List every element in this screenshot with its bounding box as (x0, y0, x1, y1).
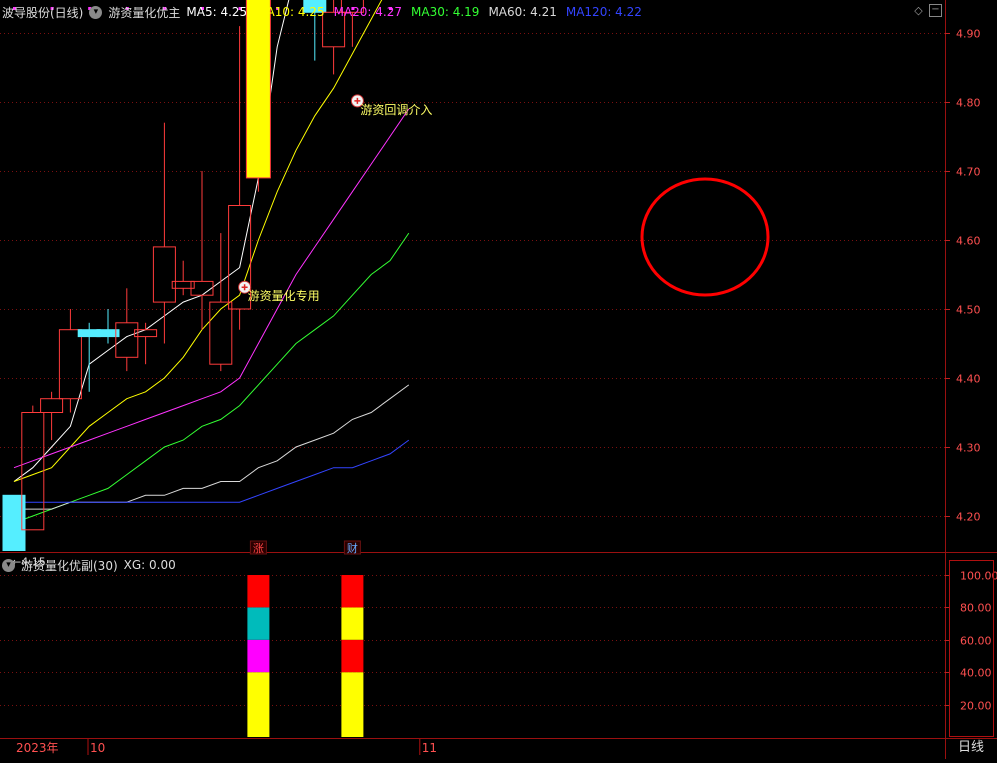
signal-bar (247, 575, 270, 737)
candle-body (209, 301, 233, 365)
price-tick-label: 4.60 (956, 235, 981, 248)
signal-marker-text: 涨 (253, 542, 264, 555)
ma-line-ma5 (13, 0, 290, 482)
ma-legend: MA5: 4.25 MA10: 4.25 MA20: 4.27 MA30: 4.19 M… (186, 5, 642, 19)
candle (58, 309, 82, 413)
ma-legend-item: MA10: 4.25 (256, 5, 325, 19)
highlight-circle (640, 177, 770, 297)
signal-annotation-text: 游资回调介入 (360, 103, 432, 117)
ma-legend-item: MA20: 4.27 (333, 5, 403, 19)
ma-legend-item: MA60: 4.21 (488, 5, 557, 19)
indicator-dropdown-icon[interactable]: ▾ (89, 5, 103, 19)
collapse-panel-icon[interactable]: − (929, 4, 942, 17)
expand-diamond-icon[interactable]: ◇ (912, 4, 925, 17)
sub-tick-label: 80.00 (960, 602, 992, 615)
sub-tick-label: 20.00 (960, 700, 992, 713)
sub-tick-label: 60.00 (960, 635, 992, 648)
price-tick-label: 4.70 (956, 166, 981, 179)
price-tick-label: 4.50 (956, 304, 981, 317)
price-tick-label: 4.40 (956, 373, 981, 386)
sub-chart-header: ▾ 游资量化优副(30) XG: 0.00 (0, 556, 176, 574)
signal-bar-segment (247, 639, 270, 673)
ma-line-ma30 (13, 232, 410, 524)
signal-bar-segment (247, 672, 270, 737)
main-chart-header: 波导股份(日线) ▾ 游资量化优主 MA5: 4.25 MA10: 4.25 MA2… (0, 3, 642, 21)
ma-line-ma120 (14, 439, 410, 503)
month-label: 11 (421, 741, 438, 755)
candle-body (245, 0, 271, 179)
signal-bar-segment (341, 639, 364, 673)
candle-body (58, 329, 82, 400)
price-tick-label: 4.30 (956, 442, 981, 455)
sub-indicator-dropdown-icon[interactable]: ▾ (2, 558, 15, 572)
period-label[interactable]: 日线 (958, 741, 984, 755)
candle-body (115, 322, 139, 358)
chart-stage: 4.204.304.404.504.604.704.804.905.005.10… (0, 0, 997, 759)
candle-body (40, 398, 64, 414)
signal-bar-segment (341, 607, 364, 640)
price-tick-label: 4.20 (956, 511, 981, 524)
signal-bar (341, 575, 364, 737)
ma-legend-item: MA120: 4.22 (565, 5, 642, 19)
stock-title[interactable]: 波导股份(日线) (0, 4, 83, 21)
sub-tick-label: 100.00 (960, 570, 997, 583)
ma-line-ma10 (13, 0, 383, 482)
ma-legend-item: MA5: 4.25 (186, 5, 248, 19)
ma-legend-item: MA30: 4.19 (411, 5, 480, 19)
main-indicator-name[interactable]: 游资量化优主 (108, 4, 180, 21)
ma-line-ma60 (14, 384, 410, 510)
year-label: 2023年 (16, 741, 59, 755)
signal-marker-text: 财 (347, 541, 358, 555)
signal-annotation-text: 游资量化专用 (248, 288, 320, 303)
signal-bar-segment (247, 607, 270, 640)
price-tick-label: 4.80 (956, 97, 981, 110)
month-label: 10 (90, 741, 106, 755)
price-tick-label: 4.90 (956, 28, 981, 41)
candle-body (152, 246, 176, 303)
candle (245, 0, 271, 192)
chart-canvas[interactable]: 4.204.304.404.504.604.704.804.905.005.10… (0, 0, 997, 759)
sub-tick-label: 40.00 (960, 667, 992, 680)
xg-value: XG: 0.00 (123, 558, 176, 572)
signal-bar-segment (341, 672, 364, 737)
signal-bar-segment (341, 575, 364, 608)
sub-indicator-name[interactable]: 游资量化优副(30) (21, 557, 118, 574)
signal-bar-segment (247, 575, 270, 608)
